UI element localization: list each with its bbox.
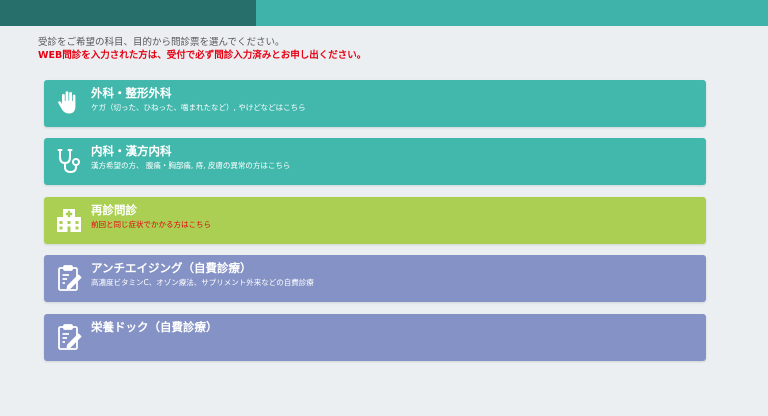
card-nutrition-dock[interactable]: 栄養ドック（自費診療） bbox=[44, 314, 706, 361]
card-title: 再診問診 bbox=[91, 203, 137, 217]
card-title: 内科・漢方内科 bbox=[91, 144, 172, 158]
card-description: ケガ（切った、ひねった、噛まれたなど）, やけどなどはこちら bbox=[91, 103, 306, 112]
clipboard-icon bbox=[54, 263, 84, 293]
card-title: アンチエイジング（自費診療） bbox=[91, 261, 252, 275]
instruction-text: 受診をご希望の科目、目的から問診票を選んでください。 bbox=[38, 37, 285, 48]
header-accent bbox=[0, 0, 256, 26]
card-description: 前回と同じ症状でかかる方はこちら bbox=[91, 220, 211, 229]
stethoscope-icon bbox=[54, 146, 84, 176]
card-description: 高濃度ビタミンC、オゾン療法、サプリメント外来などの自費診療 bbox=[91, 278, 314, 287]
card-anti-aging[interactable]: アンチエイジング（自費診療） 高濃度ビタミンC、オゾン療法、サプリメント外来など… bbox=[44, 255, 706, 302]
header-bar bbox=[0, 0, 768, 26]
card-description: 漢方希望の方、 腹痛・胸部痛, 痔, 皮膚の異常の方はこちら bbox=[91, 161, 291, 170]
web-notice-text: WEB問診を入力された方は、受付で必ず問診入力済みとお申し出ください。 bbox=[38, 50, 367, 61]
card-revisit[interactable]: 再診問診 前回と同じ症状でかかる方はこちら bbox=[44, 197, 706, 244]
hand-icon bbox=[54, 88, 84, 118]
card-title: 外科・整形外科 bbox=[91, 86, 172, 100]
card-internal-medicine[interactable]: 内科・漢方内科 漢方希望の方、 腹痛・胸部痛, 痔, 皮膚の異常の方はこちら bbox=[44, 138, 706, 185]
clipboard-icon bbox=[54, 322, 84, 352]
card-surgery[interactable]: 外科・整形外科 ケガ（切った、ひねった、噛まれたなど）, やけどなどはこちら bbox=[44, 80, 706, 127]
card-title: 栄養ドック（自費診療） bbox=[91, 320, 218, 334]
hospital-icon bbox=[54, 205, 84, 235]
instructions: 受診をご希望の科目、目的から問診票を選んでください。 WEB問診を入力された方は… bbox=[38, 36, 738, 62]
